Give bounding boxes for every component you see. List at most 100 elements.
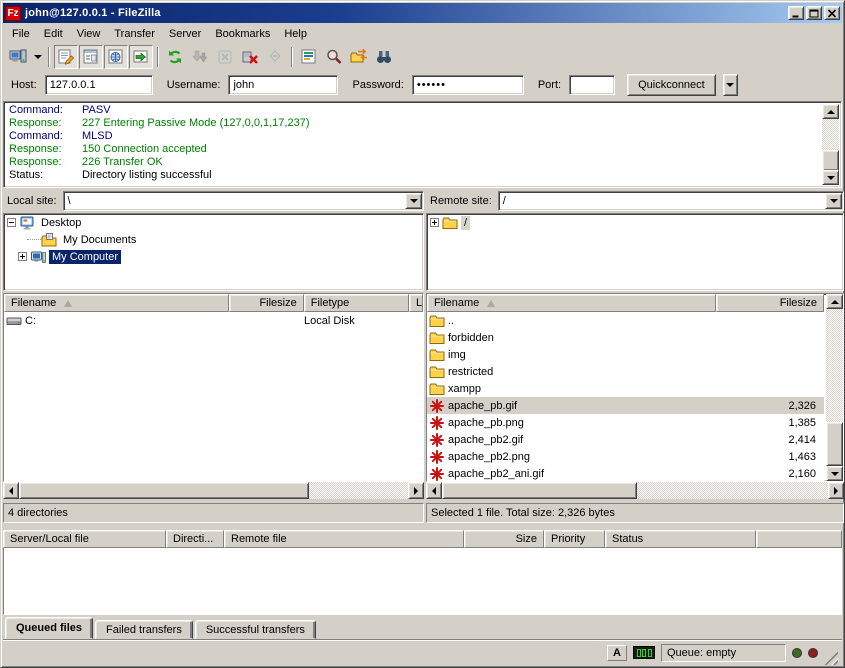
tree-item-desktop[interactable]: Desktop bbox=[4, 214, 423, 231]
file-row[interactable]: xampp bbox=[427, 380, 824, 397]
menu-server[interactable]: Server bbox=[162, 26, 208, 42]
column-header-remote-file[interactable]: Remote file bbox=[224, 530, 464, 548]
local-site-value: \ bbox=[64, 195, 404, 207]
file-row-c-drive[interactable]: C: Local Disk bbox=[4, 312, 423, 329]
menu-view[interactable]: View bbox=[70, 26, 108, 42]
site-manager-dropdown[interactable] bbox=[31, 45, 44, 69]
data-type-indicator-icon[interactable]: A bbox=[607, 645, 627, 661]
column-header-filesize[interactable]: Filesize bbox=[229, 294, 304, 312]
desktop-icon bbox=[19, 215, 35, 231]
file-row[interactable]: img bbox=[427, 346, 824, 363]
scrollbar-thumb[interactable] bbox=[19, 482, 309, 499]
log-line: Response:226 Transfer OK bbox=[6, 156, 822, 169]
cancel-button[interactable] bbox=[213, 45, 237, 69]
scrollbar-thumb[interactable] bbox=[442, 482, 637, 499]
scrollbar-thumb[interactable] bbox=[822, 150, 839, 171]
toggle-remote-tree-button[interactable] bbox=[104, 45, 128, 69]
file-row[interactable]: apache_pb2.gif 2,414 bbox=[427, 431, 824, 448]
find-files-button[interactable] bbox=[372, 45, 396, 69]
column-header-filename[interactable]: Filename bbox=[427, 294, 716, 312]
process-queue-button[interactable] bbox=[188, 45, 212, 69]
combo-dropdown-button[interactable] bbox=[405, 193, 422, 209]
column-header-filesize[interactable]: Filesize bbox=[716, 294, 824, 312]
column-header-filetype[interactable]: Filetype bbox=[304, 294, 409, 312]
scrollbar-thumb[interactable] bbox=[826, 422, 843, 466]
scroll-down-button[interactable] bbox=[826, 466, 843, 481]
scroll-right-button[interactable] bbox=[828, 482, 844, 499]
combo-dropdown-button[interactable] bbox=[825, 193, 842, 209]
quickconnect-dropdown[interactable] bbox=[723, 74, 738, 96]
file-row[interactable]: .. bbox=[427, 312, 824, 329]
menu-edit[interactable]: Edit bbox=[37, 26, 70, 42]
resize-grip[interactable] bbox=[824, 651, 838, 665]
file-row-selected[interactable]: apache_pb.gif 2,326 bbox=[427, 397, 824, 414]
refresh-button[interactable] bbox=[163, 45, 187, 69]
close-button[interactable] bbox=[824, 6, 840, 20]
scroll-up-button[interactable] bbox=[822, 104, 839, 119]
column-header-status[interactable]: Status bbox=[605, 530, 756, 548]
filter-button[interactable] bbox=[297, 45, 321, 69]
file-row[interactable]: apache_pb2.png 1,463 bbox=[427, 448, 824, 465]
local-file-list: Filename Filesize Filetype L C: Local Di… bbox=[3, 293, 424, 482]
filezilla-app-icon[interactable]: Fz bbox=[5, 6, 21, 21]
toolbar-separator bbox=[291, 47, 293, 67]
file-row[interactable]: apache_pb2_ani.gif 2,160 bbox=[427, 465, 824, 481]
column-header-filename[interactable]: Filename bbox=[4, 294, 229, 312]
remote-file-list: Filename Filesize .. forbidden bbox=[426, 293, 844, 482]
toggle-message-log-button[interactable] bbox=[54, 45, 78, 69]
local-site-combobox[interactable]: \ bbox=[63, 191, 424, 211]
file-row[interactable]: apache_pb.png 1,385 bbox=[427, 414, 824, 431]
scroll-right-button[interactable] bbox=[408, 482, 424, 499]
remote-vertical-scrollbar[interactable] bbox=[826, 294, 843, 481]
quickconnect-button[interactable]: Quickconnect bbox=[627, 74, 716, 96]
column-header-direction[interactable]: Directi... bbox=[166, 530, 224, 548]
disconnect-button[interactable] bbox=[238, 45, 262, 69]
collapse-icon[interactable] bbox=[7, 218, 16, 227]
toggle-transfer-queue-button[interactable] bbox=[129, 45, 153, 69]
minimize-button[interactable] bbox=[788, 6, 804, 20]
tab-queued-files[interactable]: Queued files bbox=[5, 617, 93, 639]
column-header-server-local-file[interactable]: Server/Local file bbox=[3, 530, 166, 548]
column-header-size[interactable]: Size bbox=[464, 530, 544, 548]
username-input[interactable]: john bbox=[228, 75, 338, 95]
speed-limits-indicator-icon[interactable] bbox=[633, 646, 655, 659]
menu-bookmarks[interactable]: Bookmarks bbox=[208, 26, 277, 42]
file-row[interactable]: restricted bbox=[427, 363, 824, 380]
tree-item-my-documents[interactable]: My Documents bbox=[4, 231, 423, 248]
toolbar-separator bbox=[48, 47, 50, 67]
menu-file[interactable]: File bbox=[5, 26, 37, 42]
menu-transfer[interactable]: Transfer bbox=[107, 26, 162, 42]
tree-item-my-computer[interactable]: My Computer bbox=[4, 248, 423, 265]
directory-comparison-button[interactable] bbox=[322, 45, 346, 69]
queue-list[interactable] bbox=[3, 548, 842, 615]
scroll-left-button[interactable] bbox=[3, 482, 19, 499]
scroll-down-button[interactable] bbox=[822, 170, 839, 185]
filezilla-window: Fz john@127.0.0.1 - FileZilla File Edit … bbox=[0, 0, 845, 668]
title-bar[interactable]: Fz john@127.0.0.1 - FileZilla bbox=[3, 3, 842, 23]
column-header-lastmodified[interactable]: L bbox=[409, 294, 423, 312]
tree-item-root[interactable]: / bbox=[427, 214, 843, 231]
remote-site-combobox[interactable]: / bbox=[498, 191, 844, 211]
password-input[interactable]: •••••• bbox=[412, 75, 524, 95]
port-input[interactable] bbox=[569, 75, 615, 95]
scroll-left-button[interactable] bbox=[426, 482, 442, 499]
port-label: Port: bbox=[538, 79, 561, 91]
host-input[interactable]: 127.0.0.1 bbox=[45, 75, 153, 95]
file-row[interactable]: forbidden bbox=[427, 329, 824, 346]
expand-icon[interactable] bbox=[430, 218, 439, 227]
toggle-local-tree-button[interactable] bbox=[79, 45, 103, 69]
synchronized-browsing-button[interactable] bbox=[347, 45, 371, 69]
tab-successful-transfers[interactable]: Successful transfers bbox=[195, 620, 316, 639]
reconnect-button[interactable] bbox=[263, 45, 287, 69]
column-header-priority[interactable]: Priority bbox=[544, 530, 605, 548]
menu-help[interactable]: Help bbox=[277, 26, 314, 42]
log-vertical-scrollbar[interactable] bbox=[822, 104, 839, 185]
local-horizontal-scrollbar[interactable] bbox=[3, 482, 424, 499]
folder-icon bbox=[429, 364, 445, 380]
expand-icon[interactable] bbox=[18, 252, 27, 261]
remote-horizontal-scrollbar[interactable] bbox=[426, 482, 844, 499]
tab-failed-transfers[interactable]: Failed transfers bbox=[95, 620, 193, 639]
scroll-up-button[interactable] bbox=[826, 294, 843, 309]
maximize-button[interactable] bbox=[806, 6, 822, 20]
site-manager-button[interactable] bbox=[6, 45, 30, 69]
